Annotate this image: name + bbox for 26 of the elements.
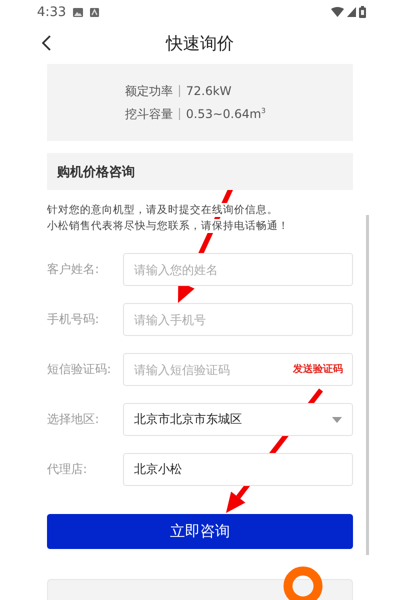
spec-value: 0.53~0.64m$^{3}$ <box>186 107 266 121</box>
page-title: 快速询价 <box>166 32 234 54</box>
submit-button[interactable]: 立即咨询 <box>47 514 353 549</box>
region-select[interactable]: 北京市北京市东城区 <box>123 403 353 436</box>
input-field[interactable]: 请输入您的姓名 <box>123 253 353 286</box>
wifi-icon <box>331 7 344 17</box>
input-field[interactable]: 请输入手机号 <box>123 303 353 336</box>
back-icon <box>42 35 52 51</box>
input-field[interactable]: 北京小松 <box>123 453 353 486</box>
section-header: 购机价格咨询 <box>47 153 353 190</box>
field-label: 客户姓名: <box>47 261 100 278</box>
spec-label: 额定功率 <box>125 82 173 100</box>
battery-icon <box>359 6 366 18</box>
field-label: 手机号码: <box>47 311 100 328</box>
field-label: 选择地区: <box>47 411 100 428</box>
clock-time: 4:33 <box>37 4 66 20</box>
ring-icon <box>283 566 323 600</box>
image-icon <box>73 8 84 16</box>
field-label: 代理店: <box>47 461 88 478</box>
notification-icon <box>90 8 100 16</box>
caret-icon <box>332 416 342 422</box>
send-code-button[interactable]: 发送验证码 <box>293 362 343 376</box>
field-label: 短信验证码: <box>47 361 112 378</box>
spec-label: 挖斗容量 <box>125 106 173 122</box>
signal-icon <box>347 7 356 17</box>
spec-value: 72.6kW <box>186 84 232 98</box>
